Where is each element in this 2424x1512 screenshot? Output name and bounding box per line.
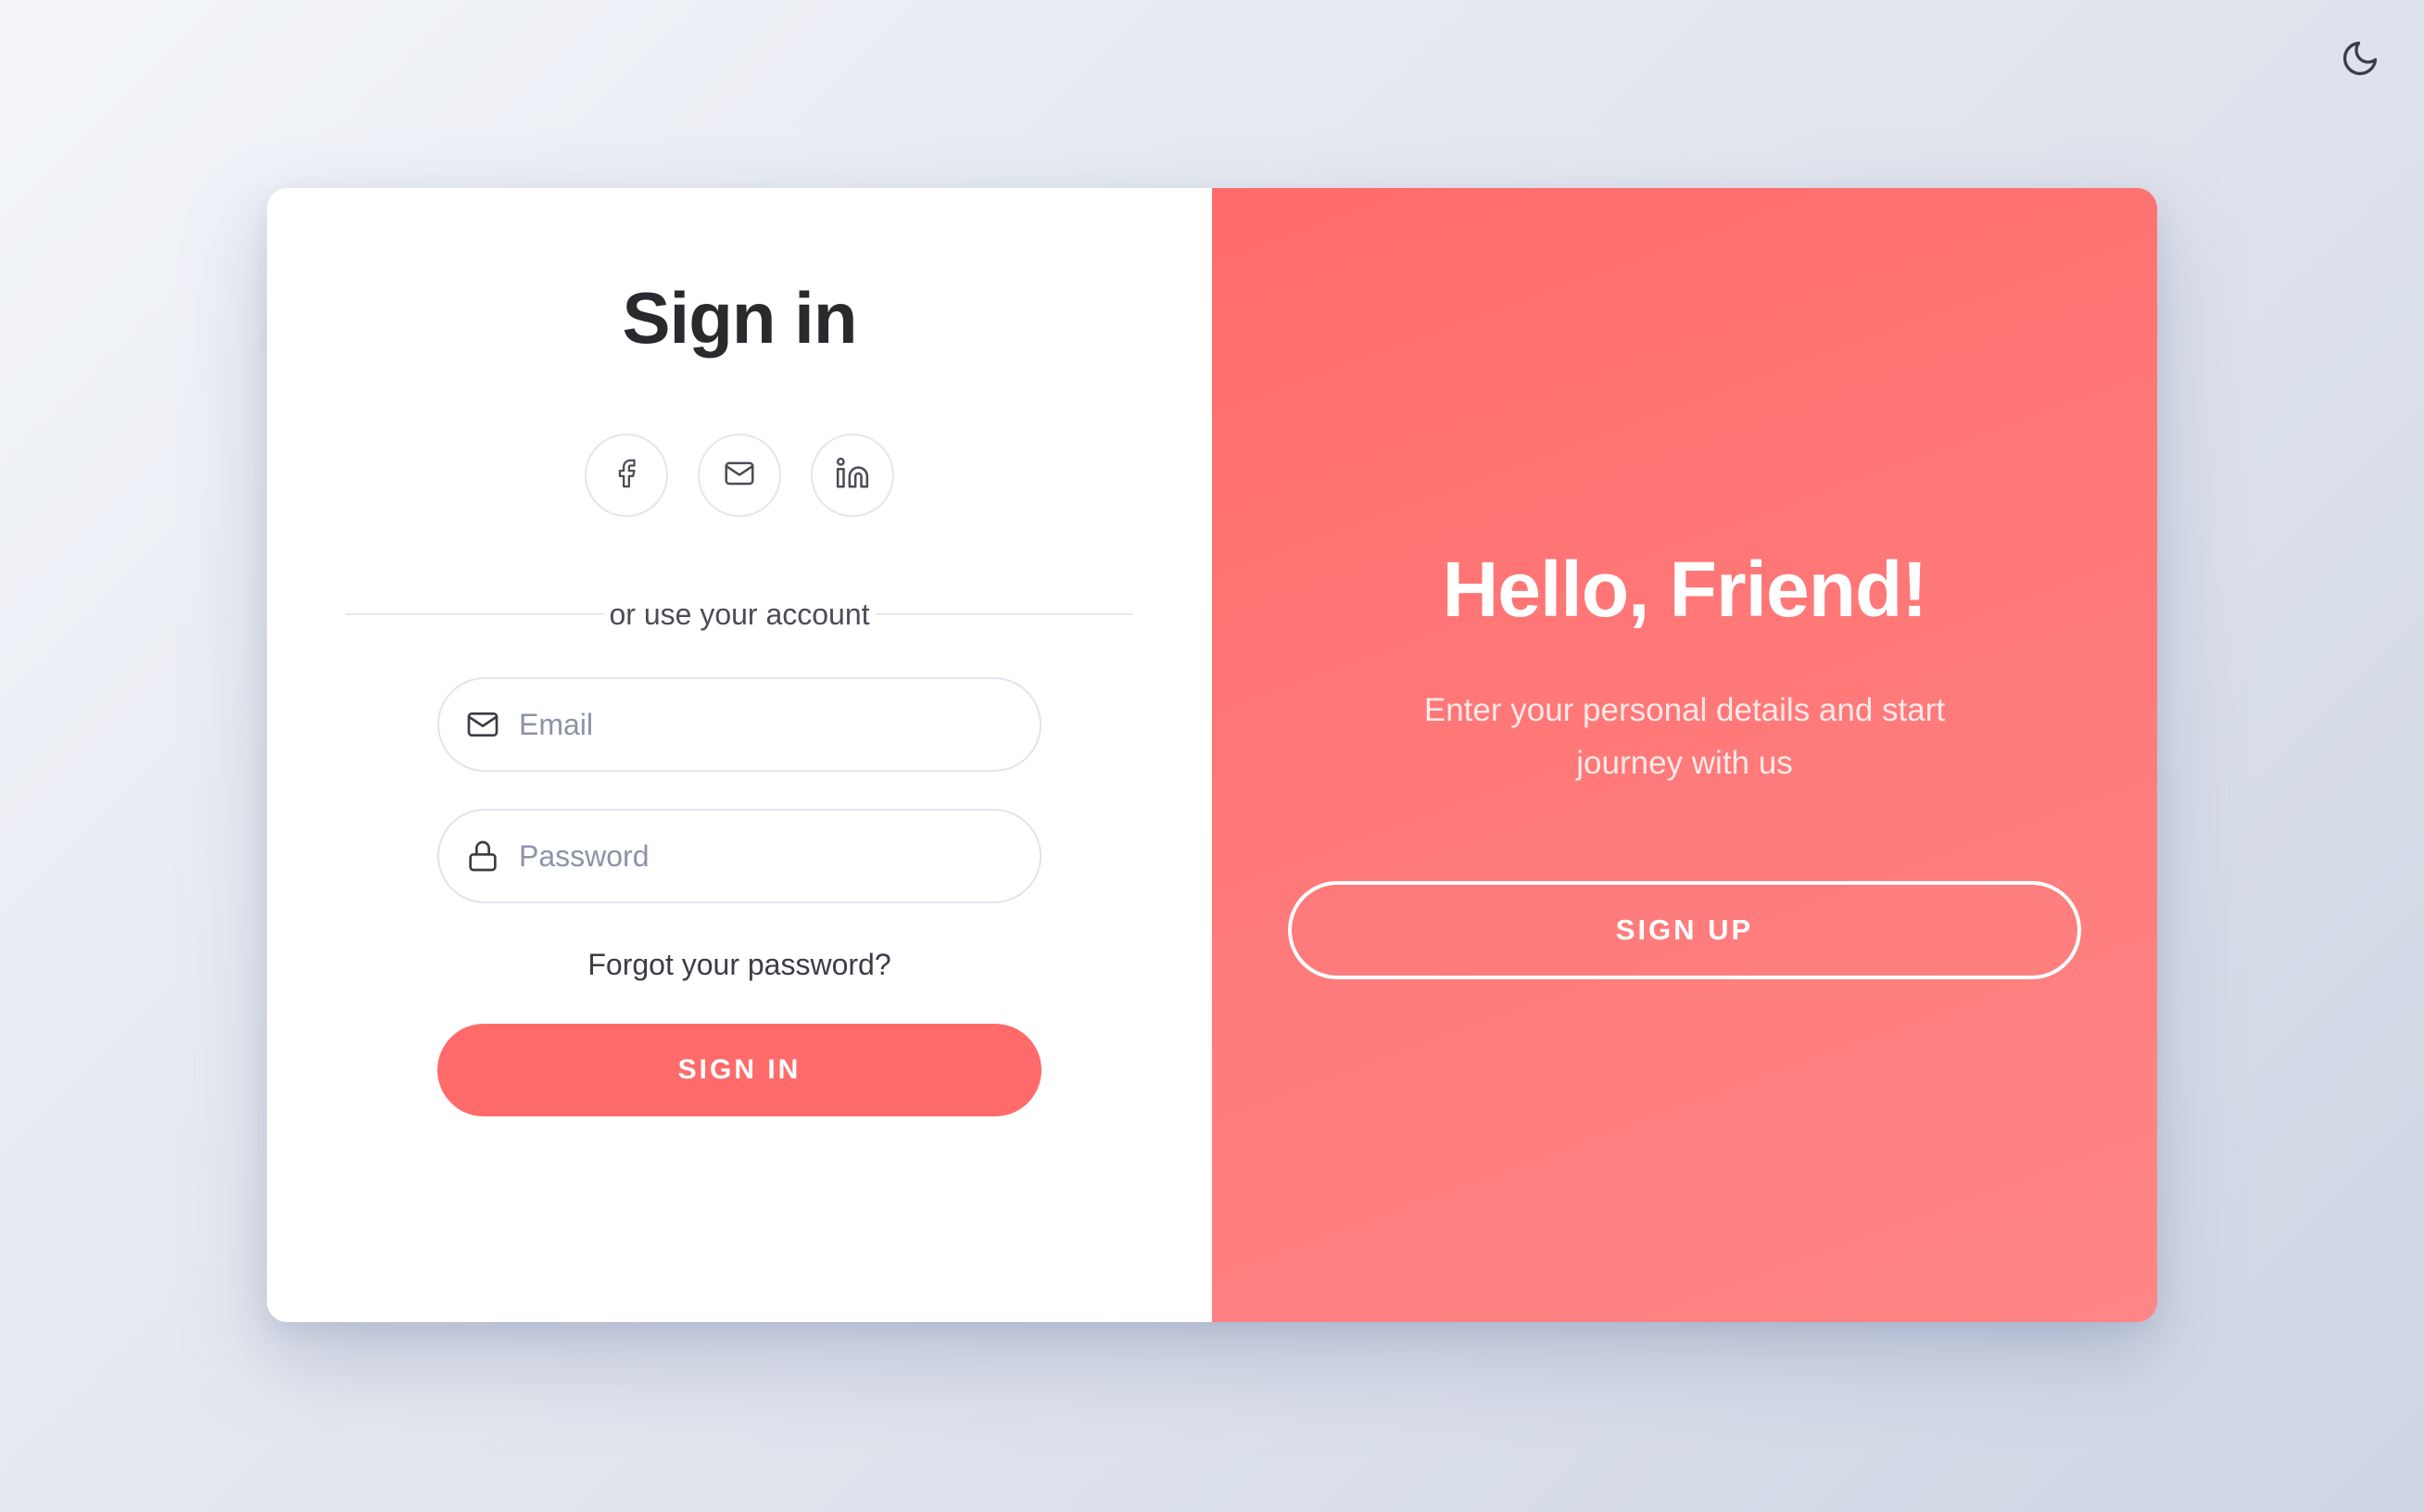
password-input[interactable] <box>519 838 1001 874</box>
facebook-icon <box>611 458 642 494</box>
auth-card: Sign in or use your account Email Forgot… <box>267 188 2157 1322</box>
divider-text: or use your account <box>609 597 870 631</box>
social-login-group <box>267 434 1212 517</box>
overlay-title: Hello, Friend! <box>1442 546 1928 633</box>
email-input[interactable] <box>519 707 1001 742</box>
linkedin-login-button[interactable] <box>811 434 894 517</box>
divider: or use your account <box>346 596 1134 633</box>
mail-icon <box>722 456 757 496</box>
divider-line-left <box>346 613 604 615</box>
divider-line-right <box>875 613 1134 615</box>
facebook-login-button[interactable] <box>585 434 668 517</box>
lock-icon <box>461 835 504 877</box>
sign-in-button[interactable]: SIGN IN <box>437 1024 1042 1116</box>
password-field[interactable] <box>437 809 1042 903</box>
welcome-overlay-panel: Hello, Friend! Enter your personal detai… <box>1212 188 2157 1322</box>
signin-panel: Sign in or use your account Email Forgot… <box>267 188 1212 1322</box>
signin-title: Sign in <box>622 277 858 359</box>
overlay-description: Enter your personal details and start jo… <box>1423 692 1946 781</box>
moon-icon <box>2340 38 2380 83</box>
email-field[interactable] <box>437 677 1042 772</box>
theme-toggle-button[interactable] <box>2335 35 2385 85</box>
mail-icon <box>461 703 504 746</box>
forgot-password-link[interactable]: Forgot your password? <box>267 948 1212 982</box>
sign-up-button[interactable]: SIGN UP <box>1288 881 2081 979</box>
email-login-button[interactable] <box>698 434 781 517</box>
linkedin-icon <box>835 456 870 496</box>
